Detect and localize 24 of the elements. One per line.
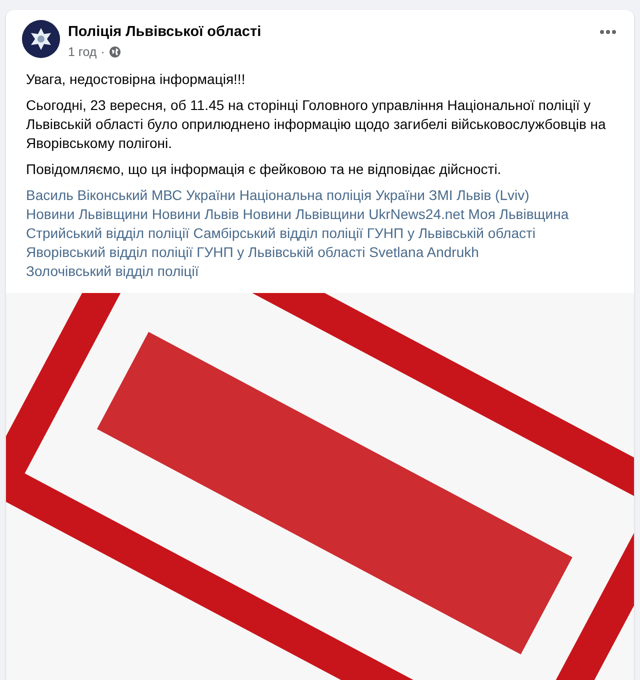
post-time-link[interactable]: 1 год xyxy=(68,44,97,60)
separator: · xyxy=(100,44,105,60)
globe-icon xyxy=(108,46,121,58)
tag-link[interactable]: ГУНП у Львівській області xyxy=(366,225,536,241)
tag-link[interactable]: ГУНП у Львівській області xyxy=(196,244,366,260)
page-name-link[interactable]: Поліція Львівської області xyxy=(68,24,262,40)
tag-link[interactable]: Новини Львів xyxy=(152,206,239,222)
tag-link[interactable]: Самбірський відділ поліції xyxy=(193,225,364,241)
tag-link[interactable]: Яворівський відділ поліції xyxy=(26,244,193,260)
tag-link[interactable]: ЗМІ Львів (Lviv) xyxy=(428,187,530,203)
tag-link[interactable]: Svetlana Andrukh xyxy=(369,244,479,260)
police-badge-icon[interactable] xyxy=(22,20,60,58)
tag-link[interactable]: МВС України xyxy=(152,187,236,203)
tag-link[interactable]: Василь Віконський xyxy=(26,187,148,203)
tag-link[interactable]: Моя Львівщина xyxy=(468,206,569,222)
post-text: Увага, недостовірна інформація!!! xyxy=(26,70,246,89)
tag-link[interactable]: Стрийський відділ поліції xyxy=(26,225,190,241)
tag-link[interactable]: Новини Львівщини xyxy=(242,206,365,222)
tag-link[interactable]: Новини Львівщини xyxy=(26,206,148,222)
tag-link[interactable]: UkrNews24.net xyxy=(368,206,464,222)
post-text: Повідомляємо, що ця інформація є фейковою та не відповідає дійсності. xyxy=(26,160,502,179)
tag-link[interactable]: Золочівський відділ поліції xyxy=(26,263,199,279)
tag-link[interactable]: Національна поліція України xyxy=(239,187,425,203)
post-text: Сьогодні, 23 вересня, об 11.45 на сторінці Головного управління Національної поліції у Львівській області було оприлюднено інформацію щодо загибелі військовослужбовців на Яворівському полігоні. xyxy=(26,96,607,153)
